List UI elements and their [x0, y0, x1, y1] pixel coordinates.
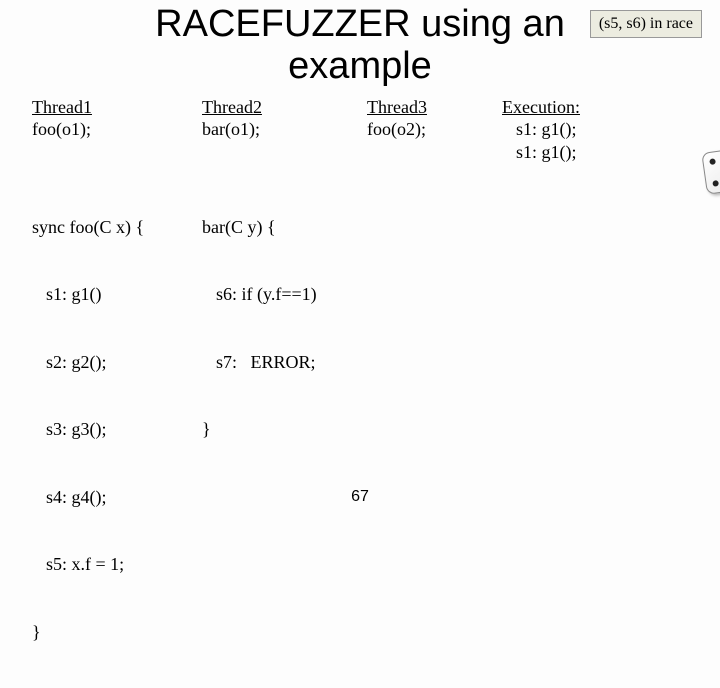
foo-close: }	[32, 621, 202, 644]
bar-s6: s6: if (y.f==1)	[202, 283, 367, 306]
execution-step-1: s1: g1();	[502, 118, 702, 141]
thread1-header: Thread1	[32, 96, 202, 119]
race-badge: (s5, s6) in race	[590, 10, 702, 38]
thread2-call: bar(o1);	[202, 118, 367, 141]
thread2-header: Thread2	[202, 96, 367, 119]
bar-close: }	[202, 418, 367, 441]
execution-header: Execution:	[502, 96, 702, 119]
bar-signature: bar(C y) {	[202, 216, 367, 239]
thread1-call: foo(o1);	[32, 118, 202, 141]
thread3-header: Thread3	[367, 96, 502, 119]
content-grid: Thread1 foo(o1); sync foo(C x) { s1: g1(…	[0, 88, 720, 688]
thread3-column: Thread3 foo(o2);	[367, 96, 502, 688]
foo-code: sync foo(C x) { s1: g1() s2: g2(); s3: g…	[32, 171, 202, 688]
foo-signature: sync foo(C x) {	[32, 216, 202, 239]
execution-step-2: s1: g1();	[502, 141, 702, 164]
foo-s3: s3: g3();	[32, 418, 202, 441]
thread3-call: foo(o2);	[367, 118, 502, 141]
page-number: 67	[0, 488, 720, 506]
foo-s1: s1: g1()	[32, 283, 202, 306]
bar-code: bar(C y) { s6: if (y.f==1) s7: ERROR; }	[202, 171, 367, 486]
thread1-column: Thread1 foo(o1); sync foo(C x) { s1: g1(…	[32, 96, 202, 688]
execution-column: Execution: s1: g1(); s1: g1();	[502, 96, 702, 688]
foo-s2: s2: g2();	[32, 351, 202, 374]
title-line-2: example	[288, 45, 432, 87]
foo-s5: s5: x.f = 1;	[32, 553, 202, 576]
bar-s7: s7: ERROR;	[202, 351, 367, 374]
thread2-column: Thread2 bar(o1); bar(C y) { s6: if (y.f=…	[202, 96, 367, 688]
title-line-1: RACEFUZZER using an	[155, 3, 565, 45]
